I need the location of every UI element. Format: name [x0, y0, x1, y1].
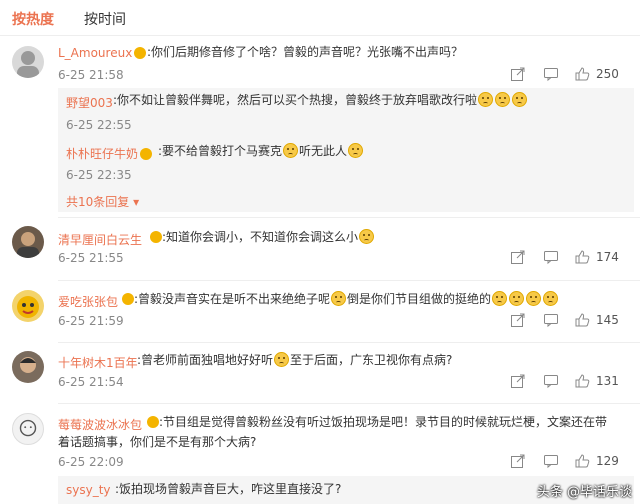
- reply-username[interactable]: 朴朴旺仔牛奶: [66, 145, 153, 162]
- reply-username[interactable]: sysy_ty: [66, 483, 111, 497]
- emoji-icon: [283, 143, 299, 158]
- emoji-icon: [331, 291, 347, 306]
- comment-text-line2: 着话题搞事，你们是不是有那个大病?: [58, 435, 257, 449]
- like-count: 145: [596, 313, 619, 327]
- avatar[interactable]: [12, 290, 44, 322]
- emoji-icon: [348, 143, 364, 158]
- comment-icon[interactable]: [543, 66, 559, 82]
- reply-username[interactable]: 野望003: [66, 94, 113, 111]
- vip-badge-icon: [150, 231, 162, 243]
- divider: [58, 342, 640, 343]
- comment-text: :曾毅没声音实在是听不出来绝绝子呢 倒是你们节目组做的挺绝的: [120, 290, 559, 308]
- comment-time: 6-25 21:59: [58, 314, 124, 328]
- tab-hot[interactable]: 按热度: [12, 9, 54, 29]
- comment-time: 6-25 21:54: [58, 375, 124, 389]
- vip-badge-icon: [134, 47, 147, 59]
- comment-icon[interactable]: [543, 312, 559, 328]
- emoji-icon: [543, 291, 559, 306]
- watermark: 头条 @毕话乐谈: [536, 485, 632, 500]
- share-icon[interactable]: [510, 66, 526, 82]
- comment-time: 6-25 21:58: [58, 68, 124, 82]
- emoji-icon: [495, 92, 511, 107]
- like-count: 250: [596, 67, 619, 81]
- comment-icon[interactable]: [543, 249, 559, 265]
- comment-text: :知道你会调小，不知道你会调这么小: [148, 228, 375, 246]
- like-icon[interactable]: [574, 66, 590, 82]
- share-icon[interactable]: [510, 249, 526, 265]
- vip-badge-icon: [140, 148, 153, 160]
- divider: [58, 403, 640, 404]
- comment-icon[interactable]: [543, 453, 559, 469]
- emoji-icon: [526, 291, 542, 306]
- like-icon[interactable]: [574, 312, 590, 328]
- more-replies-link[interactable]: 共10条回复 ▾: [66, 193, 139, 210]
- emoji-icon: [274, 352, 290, 367]
- share-icon[interactable]: [510, 373, 526, 389]
- like-icon[interactable]: [574, 453, 590, 469]
- reply-text: :你不如让曾毅伴舞呢，然后可以买个热搜，曾毅终于放弃唱歌改行啦: [113, 91, 528, 109]
- avatar[interactable]: [12, 46, 44, 78]
- like-icon[interactable]: [574, 373, 590, 389]
- reply-text: :饭拍现场曾毅声音巨大，咋这里直接没了?: [115, 482, 342, 496]
- comment-text: :你们后期修音修了个啥？曾毅的声音呢？光张嘴不出声吗？: [147, 45, 464, 59]
- comment-username[interactable]: 爱吃张张包: [58, 293, 118, 310]
- comment-username[interactable]: 莓莓波波冰冰包: [58, 416, 142, 433]
- comment-time: 6-25 21:55: [58, 251, 124, 265]
- comment-text: :节目组是觉得曾毅粉丝没有听过饭拍现场是吧！录节目的时候就玩烂梗，文案还在带: [145, 413, 607, 431]
- sort-tabs: 按热度 按时间: [0, 0, 640, 36]
- emoji-icon: [478, 92, 494, 107]
- comment-text: :曾老师前面独唱地好好听 至于后面，广东卫视你有点病?: [137, 352, 453, 367]
- comment-icon[interactable]: [543, 373, 559, 389]
- like-count: 129: [596, 454, 619, 468]
- like-count: 131: [596, 374, 619, 388]
- reply-time: 6-25 22:35: [66, 168, 132, 182]
- share-icon[interactable]: [510, 453, 526, 469]
- comment-username[interactable]: L_Amoureux: [58, 46, 147, 60]
- divider: [58, 217, 640, 218]
- comment-username[interactable]: 清早厘间白云生: [58, 231, 142, 248]
- emoji-icon: [492, 291, 508, 306]
- avatar[interactable]: [12, 351, 44, 383]
- emoji-icon: [359, 229, 375, 244]
- share-icon[interactable]: [510, 312, 526, 328]
- divider: [58, 280, 640, 281]
- emoji-icon: [509, 291, 525, 306]
- like-count: 174: [596, 250, 619, 264]
- vip-badge-icon: [147, 416, 159, 428]
- tab-time[interactable]: 按时间: [84, 9, 126, 29]
- comment-username[interactable]: 十年树木1百年: [58, 354, 138, 371]
- avatar[interactable]: [12, 413, 44, 445]
- emoji-icon: [512, 92, 528, 107]
- comment-time: 6-25 22:09: [58, 455, 124, 469]
- reply-time: 6-25 22:55: [66, 118, 132, 132]
- like-icon[interactable]: [574, 249, 590, 265]
- avatar[interactable]: [12, 226, 44, 258]
- vip-badge-icon: [122, 293, 134, 305]
- reply-text: :要不给曾毅打个马赛克 听无此人: [158, 142, 364, 160]
